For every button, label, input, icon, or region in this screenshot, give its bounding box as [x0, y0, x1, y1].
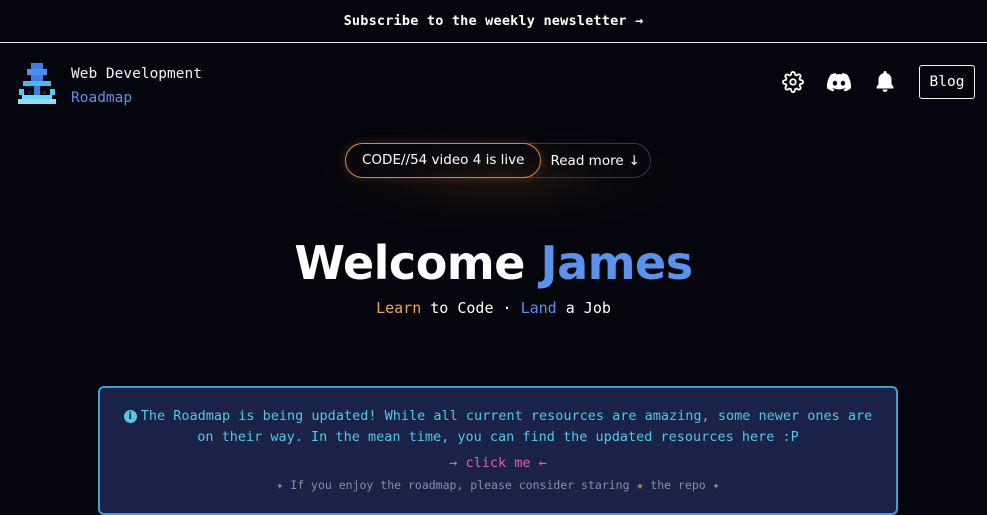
read-more-label: Read more: [550, 152, 624, 169]
notifications-button[interactable]: [873, 70, 897, 94]
user-name: James: [540, 236, 693, 290]
announcement-glow: [290, 120, 710, 240]
info-icon: i: [123, 410, 137, 423]
newsletter-banner[interactable]: Subscribe to the weekly newsletter →: [0, 0, 987, 43]
click-me-link[interactable]: → click me ←: [100, 455, 896, 471]
newsletter-link[interactable]: Subscribe to the weekly newsletter →: [344, 13, 644, 29]
discord-button[interactable]: [827, 70, 851, 94]
brand-subtitle: Roadmap: [71, 90, 133, 106]
star-prefix: ✦ If you enjoy the roadmap, please consi…: [276, 478, 637, 492]
discord-icon: [827, 72, 851, 91]
header-actions: Blog: [759, 65, 975, 99]
tagline: Learn to Code · Land a Job: [0, 299, 987, 317]
read-more-link[interactable]: Read more ↓: [541, 153, 640, 169]
announcement-badge[interactable]: CODE//54 video 4 is live: [345, 142, 542, 178]
brand-title: Web Development: [71, 66, 202, 82]
brand[interactable]: Web Development Roadmap: [71, 62, 202, 110]
tagline-learn: Learn: [376, 299, 422, 317]
blog-button[interactable]: Blog: [919, 65, 975, 99]
settings-button[interactable]: [781, 70, 805, 94]
gear-icon: [782, 71, 804, 93]
star-suffix: the repo ✦: [643, 478, 720, 492]
welcome-heading: Welcome James: [0, 236, 987, 290]
logo-icon[interactable]: [16, 61, 58, 107]
notice-message: i The Roadmap is being updated! While all…: [100, 406, 896, 448]
announcement-pill: CODE//54 video 4 is live Read more ↓: [345, 142, 651, 178]
bell-icon: [876, 71, 894, 92]
tagline-to-code: to Code ·: [421, 299, 521, 317]
tagline-land: Land: [520, 299, 557, 317]
site-header: Web Development Roadmap Blog: [0, 43, 987, 123]
welcome-text: Welcome: [294, 236, 525, 290]
arrow-down-icon: ↓: [628, 152, 640, 169]
update-notice: i The Roadmap is being updated! While all…: [98, 386, 898, 515]
tagline-a-job: a Job: [556, 299, 611, 317]
star-repo-message: ✦ If you enjoy the roadmap, please consi…: [100, 478, 896, 492]
notice-text: The Roadmap is being updated! While all …: [140, 408, 873, 445]
